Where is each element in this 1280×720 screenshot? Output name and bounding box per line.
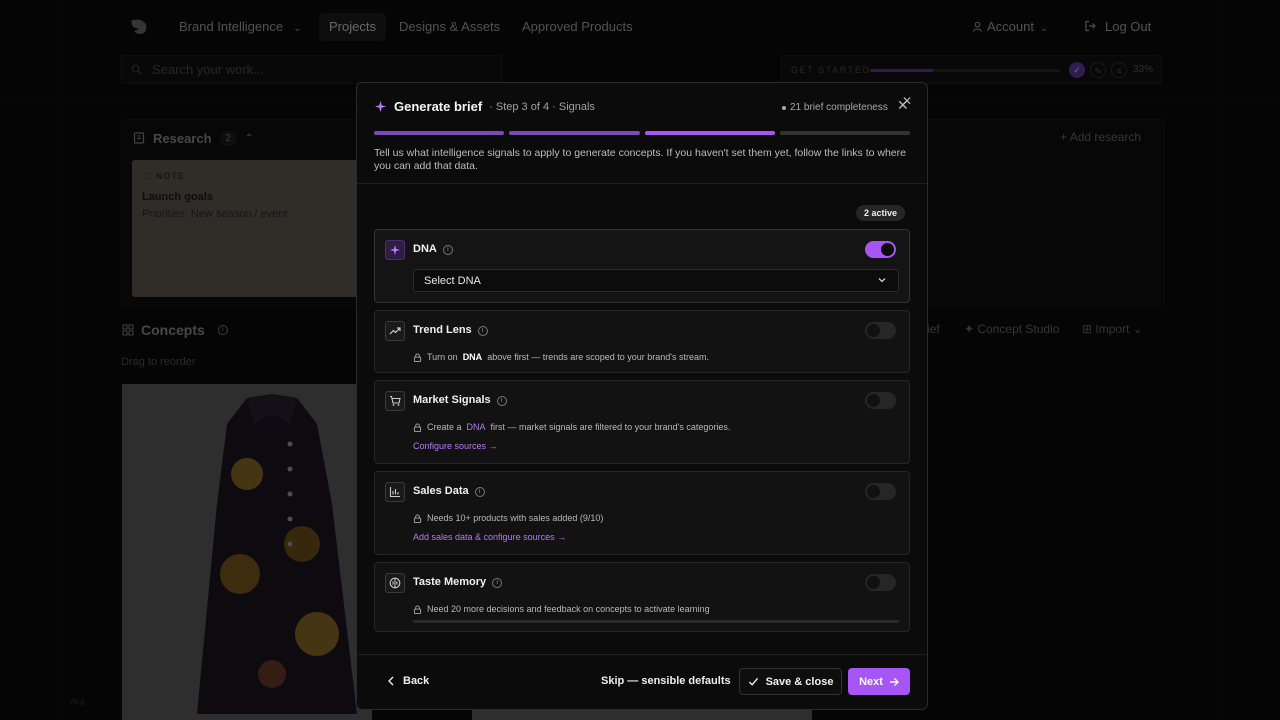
add-sales-data-link[interactable]: Add sales data & configure sources →: [413, 532, 566, 542]
step-bar-4: [779, 131, 910, 135]
toggle-knob: [867, 576, 880, 589]
arrow-right-icon: [889, 677, 899, 686]
trend-title: Trend Lens: [413, 324, 472, 336]
market-requirement: Create a DNA first — market signals are fi…: [413, 422, 730, 432]
dna-icon: [385, 240, 405, 260]
signal-title-trend-lens: Trend Lens i: [413, 324, 488, 336]
dna-title: DNA: [413, 243, 437, 255]
save-close-button[interactable]: Save & close: [739, 668, 842, 695]
active-count-badge: 2 active: [856, 205, 906, 221]
trend-line-post: above first — trends are scoped to your …: [487, 352, 710, 362]
market-line-post: first — market signals are filtered to y…: [490, 422, 731, 432]
configure-sources-link[interactable]: Configure sources →: [413, 441, 498, 451]
dna-select[interactable]: Select DNA: [413, 269, 899, 292]
close-icon-secondary[interactable]: ✕: [902, 94, 912, 108]
info-icon[interactable]: i: [492, 578, 503, 588]
trending-icon: [385, 321, 405, 341]
market-dna-link[interactable]: DNA: [467, 422, 486, 432]
taste-line: Need 20 more decisions and feedback on c…: [427, 604, 710, 614]
status-dot: [782, 105, 786, 110]
sales-title: Sales Data: [413, 485, 469, 497]
dna-select-value: Select DNA: [424, 275, 481, 287]
check-icon: [748, 677, 758, 686]
back-button[interactable]: Back: [387, 675, 429, 687]
sales-line: Needs 10+ products with sales added (9/1…: [427, 513, 604, 523]
toggle-sales-data[interactable]: [865, 483, 896, 500]
sparkle-icon: [374, 100, 387, 113]
modal-step: · Step 3 of 4 · Signals: [489, 100, 595, 113]
market-line-pre: Create a: [427, 422, 462, 432]
signal-card-trend-lens: Trend Lens i Turn on DNA above first — tren…: [374, 310, 910, 373]
lock-icon: [413, 604, 422, 614]
toggle-market-signals[interactable]: [865, 392, 896, 409]
chevron-left-icon: [388, 676, 394, 686]
sales-requirement: Needs 10+ products with sales added (9/1…: [413, 513, 603, 523]
signal-card-dna: DNA i Select DNA: [374, 229, 910, 303]
toggle-knob: [867, 485, 880, 498]
toggle-knob: [881, 243, 894, 256]
modal-description: Tell us what intelligence signals to app…: [374, 147, 906, 172]
market-title: Market Signals: [413, 394, 491, 406]
trend-line-pre: Turn on: [427, 352, 458, 362]
lock-icon: [413, 513, 422, 523]
brain-icon: [385, 573, 405, 593]
taste-title: Taste Memory: [413, 576, 487, 588]
next-button[interactable]: Next: [848, 668, 910, 695]
toggle-knob: [867, 324, 880, 337]
modal-title: Generate brief: [394, 99, 483, 114]
info-icon[interactable]: i: [442, 245, 453, 255]
brief-completeness: 21 brief completeness: [782, 102, 888, 113]
toggle-taste-memory[interactable]: [865, 574, 896, 591]
trend-requirement: Turn on DNA above first — trends are scope…: [413, 352, 709, 362]
modal-title-row: Generate brief · Step 3 of 4 · Signals: [374, 99, 595, 114]
lock-icon: [413, 352, 422, 362]
lock-icon: [413, 422, 422, 432]
toggle-knob: [867, 394, 880, 407]
footer-divider: [357, 654, 927, 655]
signal-title-market-signals: Market Signals i: [413, 394, 507, 406]
step-progress: [374, 131, 910, 135]
next-label: Next: [859, 675, 883, 688]
signal-card-taste-memory: Taste Memory i Need 20 more decisions and…: [374, 562, 910, 632]
taste-memory-progress: [413, 620, 899, 623]
step-bar-2: [509, 131, 640, 135]
step-bar-3: [644, 131, 775, 135]
save-close-label: Save & close: [765, 675, 834, 688]
generate-brief-modal: Generate brief · Step 3 of 4 · Signals 2…: [356, 82, 928, 710]
toggle-dna[interactable]: [865, 241, 896, 258]
trend-line-bold: DNA: [462, 352, 483, 362]
back-label: Back: [403, 675, 430, 687]
info-icon[interactable]: i: [477, 326, 488, 336]
info-icon[interactable]: i: [496, 396, 507, 406]
brief-completeness-text: 21 brief completeness: [790, 102, 888, 113]
taste-requirement: Need 20 more decisions and feedback on c…: [413, 604, 710, 614]
signal-card-market-signals: Market Signals i Create a DNA first — marke…: [374, 380, 910, 464]
signal-title-sales-data: Sales Data i: [413, 485, 485, 497]
info-icon[interactable]: i: [474, 487, 485, 497]
toggle-trend-lens[interactable]: [865, 322, 896, 339]
skip-button[interactable]: Skip — sensible defaults: [601, 675, 731, 687]
modal-divider: [357, 183, 927, 184]
signal-title-dna: DNA i: [413, 243, 453, 255]
step-bar-1: [374, 131, 505, 135]
chevron-down-icon: [878, 278, 886, 283]
bar-chart-icon: [385, 482, 405, 502]
signal-card-sales-data: Sales Data i Needs 10+ products with sale…: [374, 471, 910, 555]
signal-title-taste-memory: Taste Memory i: [413, 576, 503, 588]
cart-icon: [385, 391, 405, 411]
